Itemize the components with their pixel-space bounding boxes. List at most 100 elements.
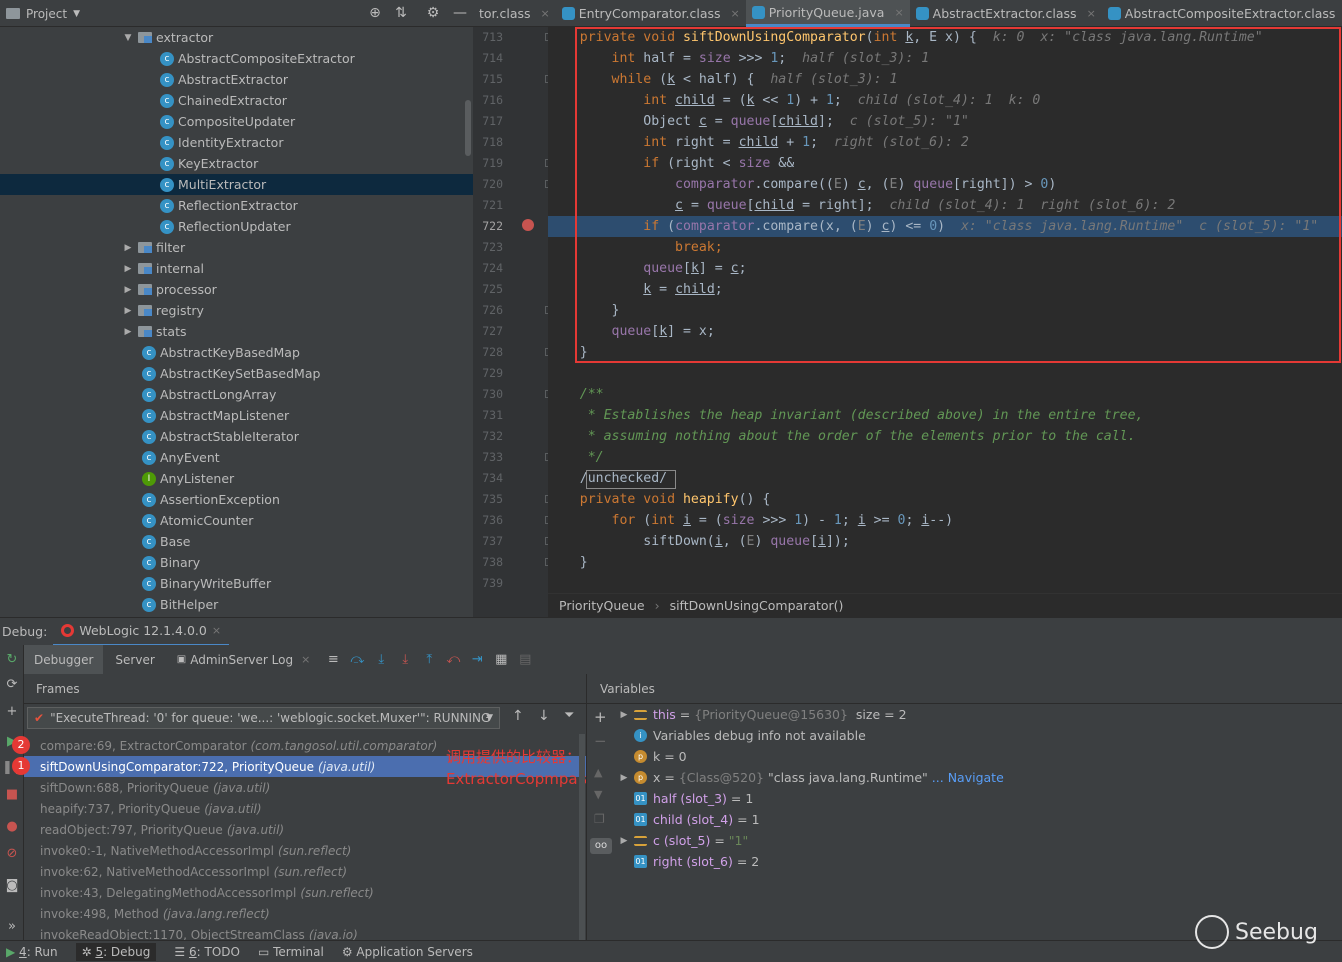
close-icon[interactable]: × xyxy=(541,7,550,20)
code-line[interactable]: private void heapify() { xyxy=(548,489,1342,510)
chevron-right-icon[interactable]: ▶ xyxy=(122,243,134,253)
code-line[interactable]: /** xyxy=(548,384,1342,405)
code-line[interactable] xyxy=(548,573,1342,593)
tree-item[interactable]: c AbstractStableIterator xyxy=(0,426,473,447)
breadcrumb-method[interactable]: siftDownUsingComparator() xyxy=(670,598,844,613)
tree-item[interactable]: c AbstractKeySetBasedMap xyxy=(0,363,473,384)
tree-item[interactable]: c BitHelper xyxy=(0,594,473,615)
drop-frame-icon[interactable]: ⤺ xyxy=(442,649,464,671)
restore-icon[interactable]: ⟳ xyxy=(2,675,22,695)
frames-scrollbar[interactable] xyxy=(579,734,585,940)
variable-row[interactable]: i Variables debug info not available xyxy=(614,725,1342,746)
status-item-3[interactable]: ▭ Terminal xyxy=(258,945,324,959)
chevron-right-icon[interactable]: ▶ xyxy=(122,327,134,337)
variable-row[interactable]: ▶ p x = {Class@520} "class java.lang.Runti… xyxy=(614,767,1342,788)
chevron-right-icon[interactable]: ▶ xyxy=(122,285,134,295)
tree-item[interactable]: ▶ stats xyxy=(0,321,473,342)
tab-4[interactable]: AbstractCompositeExtractor.class× xyxy=(1102,0,1342,27)
tree-item[interactable]: c AbstractKeyBasedMap xyxy=(0,342,473,363)
close-icon[interactable]: × xyxy=(731,7,740,20)
tab-3[interactable]: AbstractExtractor.class × xyxy=(910,0,1102,27)
menu-icon[interactable]: ≡ xyxy=(322,649,344,671)
chevron-right-icon[interactable]: ▶ xyxy=(614,773,634,783)
code-line[interactable]: for (int i = (size >>> 1) - 1; i >= 0; i… xyxy=(548,510,1342,531)
run-config-tab[interactable]: WebLogic 12.1.4.0.0 × xyxy=(53,618,230,646)
close-icon[interactable]: × xyxy=(301,653,310,666)
variable-row[interactable]: ▶ c (slot_5) = "1" xyxy=(614,830,1342,851)
status-item-1[interactable]: ✲ 5: Debug xyxy=(75,942,157,961)
filter-icon[interactable]: ⏷ xyxy=(564,708,574,723)
breakpoints-icon[interactable]: ● xyxy=(2,817,22,837)
evaluate-icon[interactable]: ▦ xyxy=(490,649,512,671)
navigate-link[interactable]: ... Navigate xyxy=(932,770,1004,785)
code-line[interactable]: } xyxy=(548,552,1342,573)
code-line[interactable]: siftDown(i, (E) queue[i]); xyxy=(548,531,1342,552)
up-icon[interactable]: ▲ xyxy=(594,766,602,779)
tree-item[interactable]: ▶ internal xyxy=(0,258,473,279)
frame-row[interactable]: invoke:498, Method (java.lang.reflect) xyxy=(24,903,586,924)
tab-1[interactable]: EntryComparator.class × xyxy=(556,0,746,27)
variable-row[interactable]: 01 right (slot_6) = 2 xyxy=(614,851,1342,872)
code-line[interactable] xyxy=(548,363,1342,384)
step-over-icon[interactable]: ⤼ xyxy=(346,649,368,671)
breadcrumb-class[interactable]: PriorityQueue xyxy=(559,598,645,613)
tree-item[interactable]: ▶ processor xyxy=(0,279,473,300)
status-item-2[interactable]: ☰ 6: TODO xyxy=(174,945,240,959)
run-to-cursor-icon[interactable]: ⇥ xyxy=(466,649,488,671)
status-item-0[interactable]: ▶ 4: Run xyxy=(6,945,58,959)
close-icon[interactable]: × xyxy=(894,6,903,19)
status-item-4[interactable]: ⚙ Application Servers xyxy=(342,945,473,959)
more-icon[interactable]: » xyxy=(2,917,22,937)
tree-item[interactable]: c AbstractCompositeExtractor xyxy=(0,48,473,69)
step-out-icon[interactable]: ⤒ xyxy=(418,649,440,671)
remove-watch-icon[interactable]: − xyxy=(594,732,607,750)
code-line[interactable]: * assuming nothing about the order of th… xyxy=(548,426,1342,447)
tab-adminserver-log[interactable]: ▣ AdminServer Log × xyxy=(167,645,321,674)
mute-breakpoints-icon[interactable]: ⊘ xyxy=(2,844,22,864)
close-icon[interactable]: × xyxy=(212,624,221,637)
add-icon[interactable]: + xyxy=(2,702,22,722)
copy-icon[interactable]: ❐ xyxy=(594,812,605,826)
variable-row[interactable]: pk = 0 xyxy=(614,746,1342,767)
layout-icon[interactable]: ▤ xyxy=(514,649,536,671)
tab-0[interactable]: tor.class × xyxy=(473,0,556,27)
collapse-icon[interactable]: ⇅ xyxy=(392,4,410,22)
frame-row[interactable]: readObject:797, PriorityQueue (java.util) xyxy=(24,819,586,840)
chevron-down-icon[interactable]: ▼ xyxy=(73,9,80,19)
chevron-down-icon[interactable]: ▼ xyxy=(122,33,134,43)
add-watch-icon[interactable]: + xyxy=(594,708,607,726)
variable-row[interactable]: 01 child (slot_4) = 1 xyxy=(614,809,1342,830)
glasses-icon[interactable]: oo xyxy=(590,838,612,854)
tree-item[interactable]: c AssertionException xyxy=(0,489,473,510)
frame-row[interactable]: invoke0:-1, NativeMethodAccessorImpl (sun… xyxy=(24,840,586,861)
tree-item[interactable]: c ReflectionExtractor xyxy=(0,195,473,216)
tree-item[interactable]: c BinaryWriteBuffer xyxy=(0,573,473,594)
tab-server[interactable]: Server xyxy=(105,645,164,674)
tree-item[interactable]: c AbstractMapListener xyxy=(0,405,473,426)
code-line[interactable]: */ xyxy=(548,447,1342,468)
frame-row[interactable]: invoke:43, DelegatingMethodAccessorImpl(… xyxy=(24,882,586,903)
variable-row[interactable]: 01 half (slot_3) = 1 xyxy=(614,788,1342,809)
tab-2[interactable]: PriorityQueue.java × xyxy=(745,0,910,27)
tree-item[interactable]: c Base xyxy=(0,531,473,552)
tree-item[interactable]: c AnyEvent xyxy=(0,447,473,468)
tree-item[interactable]: ▶ filter xyxy=(0,237,473,258)
step-into-icon[interactable]: ⤓ xyxy=(370,649,392,671)
tree-item[interactable]: c AbstractLongArray xyxy=(0,384,473,405)
close-icon[interactable]: × xyxy=(1087,7,1096,20)
tree-item[interactable]: c IdentityExtractor xyxy=(0,132,473,153)
frame-row[interactable]: heapify:737, PriorityQueue (java.util) xyxy=(24,798,586,819)
breakpoint-icon[interactable] xyxy=(522,219,534,231)
rerun-icon[interactable]: ↻ xyxy=(2,650,22,670)
tree-item[interactable]: c Binary xyxy=(0,552,473,573)
tab-debugger[interactable]: Debugger xyxy=(24,645,104,674)
gear-icon[interactable]: ⚙ xyxy=(424,4,442,22)
code-line[interactable]: * Establishes the heap invariant (descri… xyxy=(548,405,1342,426)
stop-icon[interactable]: ■ xyxy=(2,785,22,805)
camera-icon[interactable]: ◙ xyxy=(2,876,22,896)
tree-item[interactable]: c CompositeUpdater xyxy=(0,111,473,132)
tree-item[interactable]: ▶ registry xyxy=(0,300,473,321)
down-arrow-icon[interactable]: ↓ xyxy=(538,708,550,724)
chevron-right-icon[interactable]: ▶ xyxy=(122,264,134,274)
tree-scrollbar[interactable] xyxy=(465,100,471,156)
